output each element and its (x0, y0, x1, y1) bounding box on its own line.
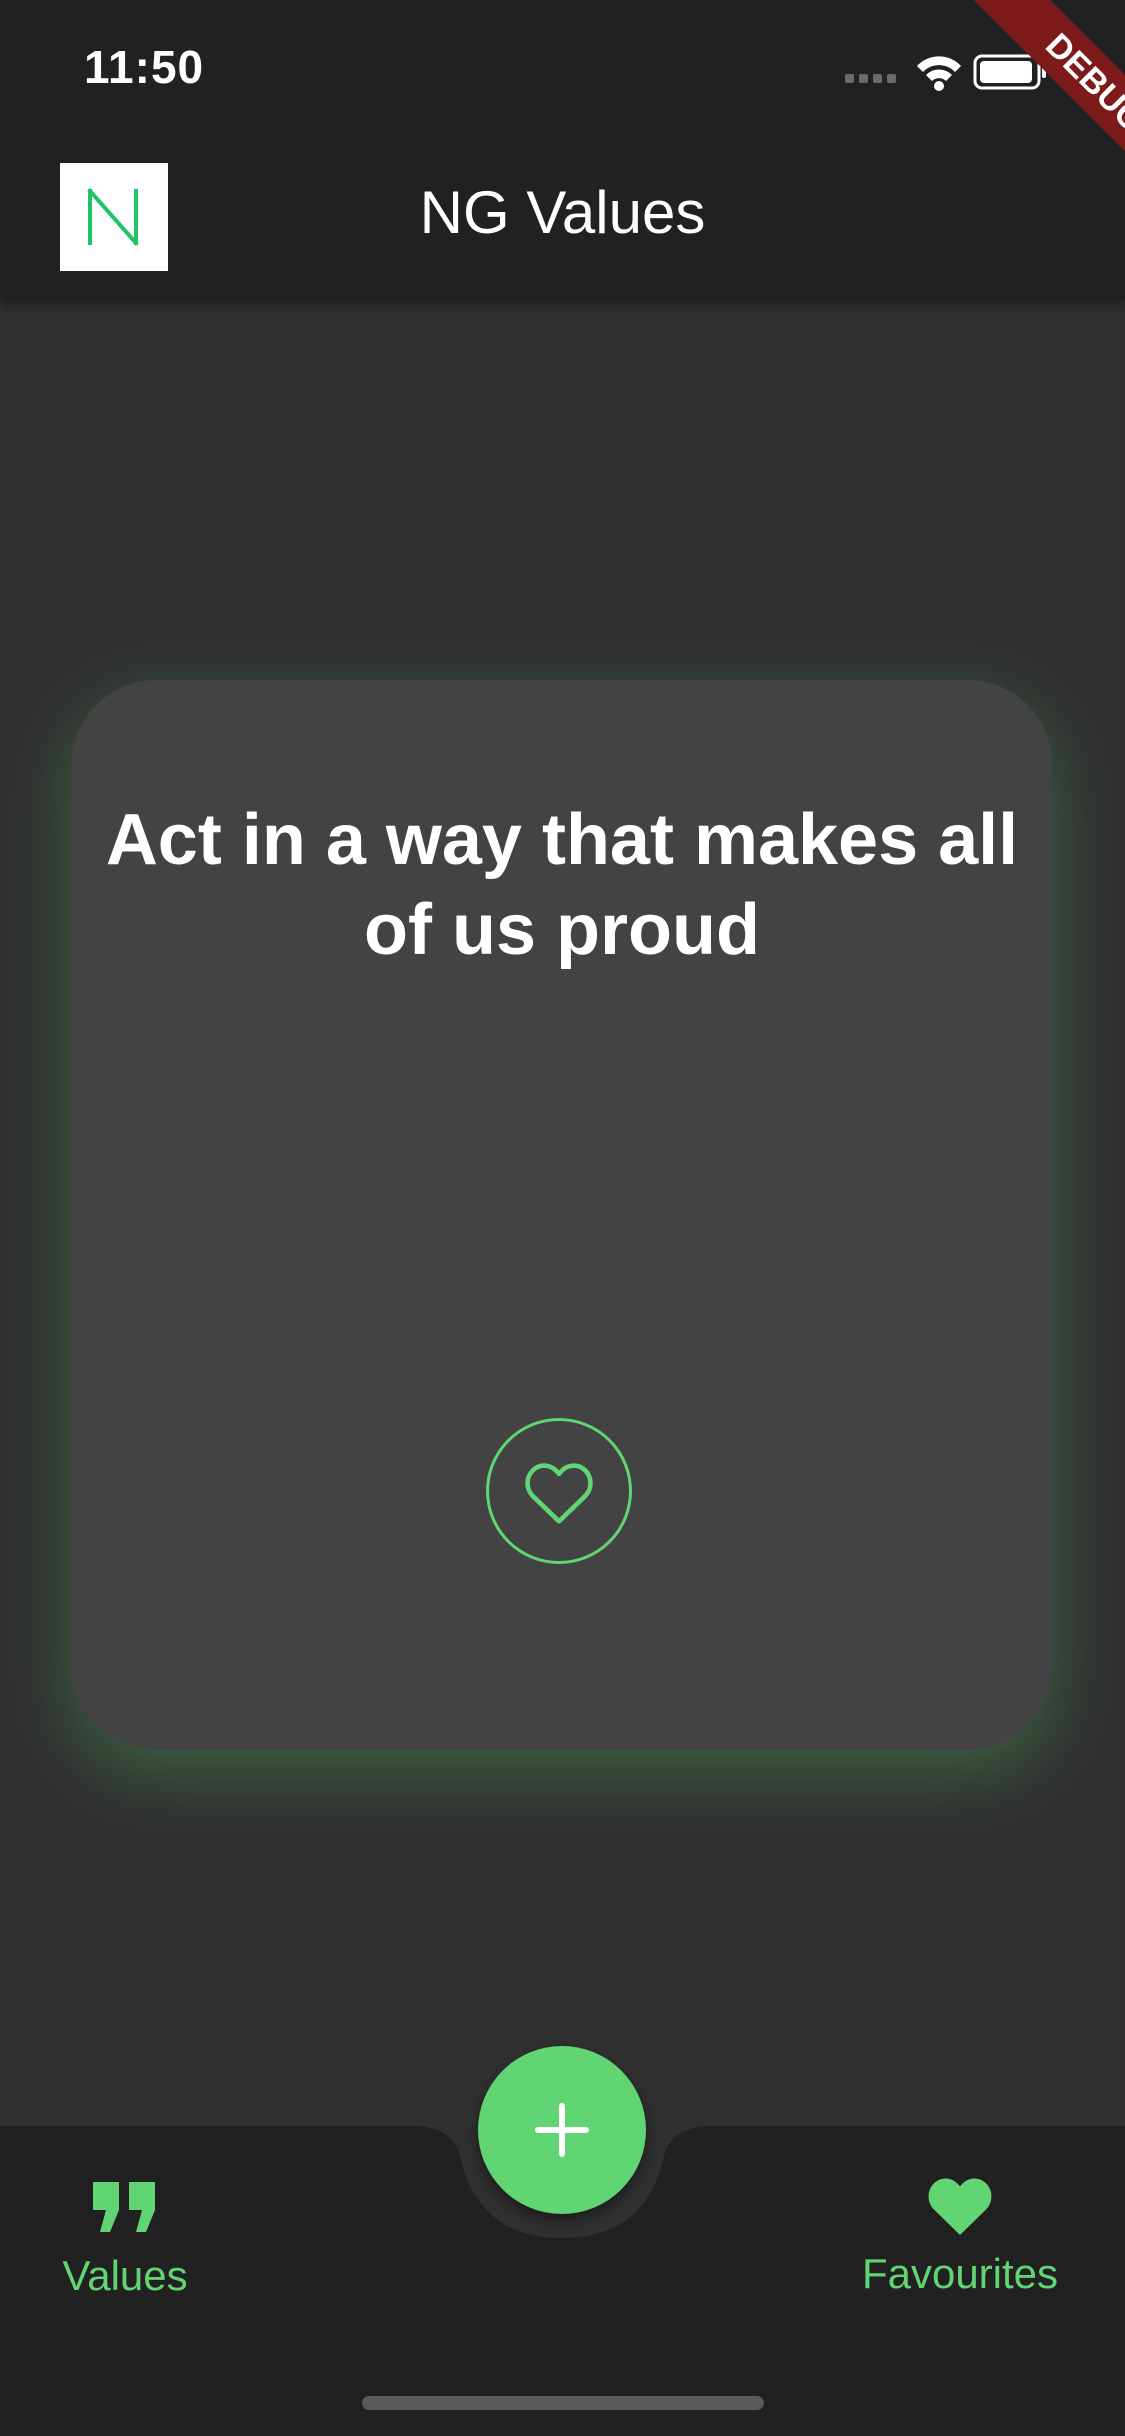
status-time: 11:50 (84, 41, 205, 93)
nav-item-favourites[interactable]: Favourites (850, 2172, 1070, 2298)
status-icons (845, 54, 1046, 91)
home-indicator (362, 2396, 764, 2410)
signal-icon (845, 74, 896, 83)
value-card[interactable]: Act in a way that makes all of us proud (72, 680, 1052, 1750)
nav-item-values[interactable]: Values (40, 2180, 210, 2300)
status-bar: 11:50 (0, 0, 1125, 140)
favorite-button[interactable] (486, 1418, 632, 1564)
wifi-icon (917, 56, 961, 91)
nav-label-favourites: Favourites (861, 2250, 1059, 2297)
page-title: NG Values (419, 179, 706, 246)
heart-outline-icon (525, 1463, 593, 1524)
heart-icon (928, 2178, 992, 2235)
plus-icon (535, 2103, 589, 2157)
add-button[interactable] (478, 2046, 646, 2214)
app-bar: NG Values (0, 140, 1125, 300)
quote-icon (93, 2182, 155, 2232)
value-text: Act in a way that makes all of us proud (105, 800, 1019, 970)
battery-icon (973, 54, 1046, 90)
nav-label-values: Values (62, 2252, 188, 2299)
